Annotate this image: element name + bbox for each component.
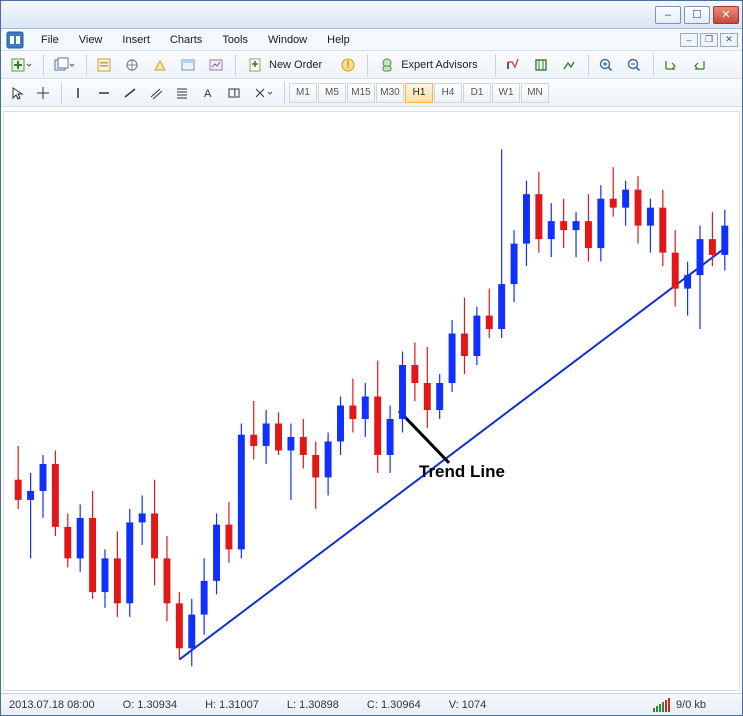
menu-bar: File View Insert Charts Tools Window Hel… <box>1 29 742 51</box>
timeframe-w1[interactable]: W1 <box>492 83 520 103</box>
scroll-end-button[interactable] <box>658 54 684 76</box>
window-minimize-button[interactable]: – <box>655 6 681 24</box>
vertical-line-tool[interactable] <box>66 82 90 104</box>
zoom-in-button[interactable] <box>593 54 619 76</box>
menu-insert[interactable]: Insert <box>112 31 160 49</box>
toolbar-main: New Order ! Expert Advisors <box>1 51 742 79</box>
indicator-list-button[interactable] <box>500 54 526 76</box>
trendline-annotation: Trend Line <box>419 462 505 482</box>
menu-file[interactable]: File <box>31 31 69 49</box>
menu-window[interactable]: Window <box>258 31 317 49</box>
crosshair-tool[interactable] <box>31 82 55 104</box>
status-low: L: 1.30898 <box>287 699 339 711</box>
window-maximize-button[interactable]: ☐ <box>684 6 710 24</box>
timeframe-h1[interactable]: H1 <box>405 83 433 103</box>
trendline-tool[interactable] <box>118 82 142 104</box>
new-order-icon <box>247 57 263 73</box>
periodicity-button[interactable] <box>528 54 554 76</box>
status-vol: V: 1074 <box>449 699 487 711</box>
expert-advisors-button[interactable]: Expert Advisors <box>372 54 490 76</box>
menu-charts[interactable]: Charts <box>160 31 212 49</box>
menu-help[interactable]: Help <box>317 31 360 49</box>
timeframe-m1[interactable]: M1 <box>289 83 317 103</box>
zoom-out-button[interactable] <box>621 54 647 76</box>
navigator-button[interactable] <box>147 54 173 76</box>
data-window-button[interactable] <box>119 54 145 76</box>
new-order-label: New Order <box>263 59 328 71</box>
mdi-close-button[interactable]: ✕ <box>720 33 738 47</box>
toolbar-drawing: A T M1M5M15M30H1H4D1W1MN <box>1 79 742 107</box>
mdi-restore-button[interactable]: ❐ <box>700 33 718 47</box>
cursor-tool[interactable] <box>5 82 29 104</box>
expert-advisors-label: Expert Advisors <box>395 59 483 71</box>
expert-advisors-icon <box>379 57 395 73</box>
timeframe-m5[interactable]: M5 <box>318 83 346 103</box>
templates-button[interactable] <box>556 54 582 76</box>
market-watch-button[interactable] <box>91 54 117 76</box>
chart-area[interactable]: Trend Line <box>3 111 740 691</box>
title-bar: – ☐ ✕ <box>1 1 742 29</box>
timeframe-d1[interactable]: D1 <box>463 83 491 103</box>
terminal-button[interactable] <box>175 54 201 76</box>
status-close: C: 1.30964 <box>367 699 421 711</box>
timeframe-m15[interactable]: M15 <box>347 83 375 103</box>
timeframe-h4[interactable]: H4 <box>434 83 462 103</box>
horizontal-line-tool[interactable] <box>92 82 116 104</box>
timeframe-m30[interactable]: M30 <box>376 83 404 103</box>
timeframe-mn[interactable]: MN <box>521 83 549 103</box>
fibonacci-tool[interactable] <box>170 82 194 104</box>
text-tool[interactable]: A <box>196 82 220 104</box>
status-network: 9/0 kb <box>676 699 706 711</box>
mdi-minimize-button[interactable]: – <box>680 33 698 47</box>
new-chart-button[interactable] <box>5 54 37 76</box>
status-datetime: 2013.07.18 08:00 <box>9 699 95 711</box>
profiles-button[interactable] <box>48 54 80 76</box>
window-close-button[interactable]: ✕ <box>713 6 739 24</box>
menu-tools[interactable]: Tools <box>212 31 258 49</box>
chart-shift-button[interactable] <box>686 54 712 76</box>
shapes-tool[interactable] <box>248 82 278 104</box>
status-high: H: 1.31007 <box>205 699 259 711</box>
svg-text:A: A <box>204 88 212 100</box>
connection-bars-icon <box>653 698 670 712</box>
status-open: O: 1.30934 <box>123 699 177 711</box>
app-icon <box>5 30 25 50</box>
text-label-tool[interactable]: T <box>222 82 246 104</box>
new-order-button[interactable]: New Order <box>240 54 335 76</box>
svg-text:!: ! <box>347 59 350 71</box>
metaquotes-button[interactable]: ! <box>335 54 361 76</box>
status-bar: 2013.07.18 08:00 O: 1.30934 H: 1.31007 L… <box>1 693 742 715</box>
svg-text:T: T <box>232 87 239 99</box>
channel-tool[interactable] <box>144 82 168 104</box>
strategy-tester-button[interactable] <box>203 54 229 76</box>
menu-view[interactable]: View <box>69 31 113 49</box>
